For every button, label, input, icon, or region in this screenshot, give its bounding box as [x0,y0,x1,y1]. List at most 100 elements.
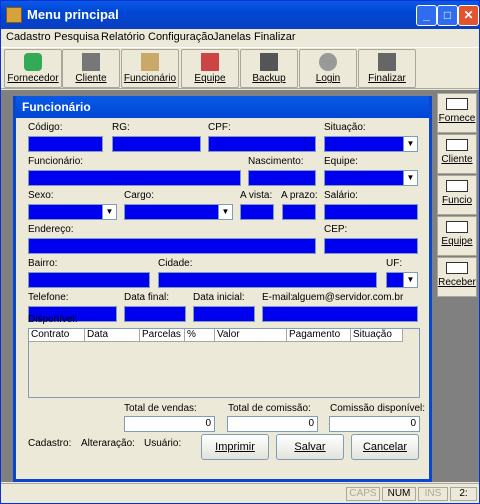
uf-label: UF: [386,258,403,269]
menu-relatorio[interactable]: Relatório [101,31,145,43]
datainicial-field[interactable] [193,306,255,322]
funcionario-window: Funcionário Código: RG: CPF: Situação: ▼… [13,96,432,482]
cidade-label: Cidade: [158,258,193,269]
chevron-down-icon: ▼ [403,171,417,185]
floppy-icon [378,53,396,71]
bairro-field[interactable] [28,272,150,288]
title-bar[interactable]: Menu principal _ □ ✕ [1,1,479,29]
codigo-field[interactable] [28,136,103,152]
table-icon [446,262,468,274]
equipe-select[interactable]: ▼ [324,170,418,186]
toolbar-label: Login [315,73,341,84]
situacao-select[interactable]: ▼ [324,136,418,152]
side-equipe-button[interactable]: Equipe [437,216,477,256]
salario-label: Salário: [324,190,358,201]
side-toolbar: Fornece Cliente Funcio Equipe Receber [435,93,479,303]
menu-janelas[interactable]: Janelas [213,31,251,43]
side-fornece-button[interactable]: Fornece [437,93,477,133]
total-comissao-field[interactable]: 0 [227,416,318,432]
table-icon [446,98,468,110]
avista-field[interactable] [240,204,274,220]
col-valor[interactable]: Valor [215,329,287,342]
sexo-label: Sexo: [28,190,54,201]
minimize-button[interactable]: _ [416,5,437,26]
col-situacao[interactable]: Situação [351,329,403,342]
uf-select[interactable]: ▼ [386,272,418,288]
disk-icon [260,53,278,71]
menu-configuracao[interactable]: Configuração [148,31,213,43]
side-receber-button[interactable]: Receber [437,257,477,297]
cargo-select[interactable]: ▼ [124,204,233,220]
toolbar-login-button[interactable]: Login [299,49,357,88]
sexo-select[interactable]: ▼ [28,204,117,220]
email-label: E-mail: [262,292,294,303]
toolbar-label: Backup [252,73,286,84]
cidade-field[interactable] [158,272,377,288]
status-bar: CAPS NUM INS 2: [1,483,479,503]
side-label: Fornece [438,113,476,124]
col-data[interactable]: Data [85,329,140,342]
disponivel-label: Disponível: [28,314,78,325]
menu-pesquisa[interactable]: Pesquisa [54,31,99,43]
briefcase-icon [141,53,159,71]
cargo-label: Cargo: [124,190,155,201]
toolbar-cliente-button[interactable]: Cliente [62,49,120,88]
total-comissao-label: Total de comissão: [228,403,311,414]
comissao-disponivel-field[interactable]: 0 [329,416,420,432]
aprazo-label: A prazo: [281,190,318,201]
col-pagamento[interactable]: Pagamento [287,329,351,342]
form-title: Funcionário [16,96,429,118]
total-vendas-field[interactable]: 0 [124,416,215,432]
toolbar-label: Finalizar [368,73,406,84]
toolbar: Fornecedor Cliente Funcionário Equipe Ba… [1,47,479,89]
total-vendas-label: Total de vendas: [124,403,197,414]
padlock-icon [319,53,337,71]
funcionario-field[interactable] [28,170,241,186]
aprazo-field[interactable] [282,204,316,220]
disponivel-grid[interactable]: Contrato Data Parcelas % Valor Pagamento… [28,328,420,398]
endereco-label: Endereço: [28,224,74,235]
time-indicator: 2: [450,487,477,501]
nascimento-field[interactable] [248,170,316,186]
toolbar-funcionario-button[interactable]: Funcionário [121,49,179,88]
toolbar-finalizar-button[interactable]: Finalizar [358,49,416,88]
side-label: Receber [438,277,476,288]
chevron-down-icon: ▼ [218,205,232,219]
bairro-label: Bairro: [28,258,58,269]
handshake-icon [24,53,42,71]
toolbar-backup-button[interactable]: Backup [240,49,298,88]
rg-label: RG: [112,122,130,133]
side-cliente-button[interactable]: Cliente [437,134,477,174]
menu-cadastro[interactable]: Cadastro [6,31,51,43]
salvar-button[interactable]: Salvar [276,434,344,460]
menu-bar: Cadastro Pesquisa Relatório Configuração… [1,29,479,47]
datafinal-field[interactable] [124,306,186,322]
side-funcio-button[interactable]: Funcio [437,175,477,215]
imprimir-button[interactable]: Imprimir [201,434,269,460]
mailbox-icon [82,53,100,71]
num-indicator: NUM [382,487,416,501]
endereco-field[interactable] [28,238,316,254]
salario-field[interactable] [324,204,418,220]
email-value: alguem@servidor.com.br [292,292,404,303]
toolbar-fornecedor-button[interactable]: Fornecedor [4,49,62,88]
toolbar-label: Equipe [194,73,226,84]
toolbar-equipe-button[interactable]: Equipe [181,49,239,88]
cpf-label: CPF: [208,122,231,133]
chevron-down-icon: ▼ [102,205,116,219]
close-button[interactable]: ✕ [458,5,479,26]
equipe-label: Equipe: [324,156,358,167]
col-parcelas[interactable]: Parcelas [140,329,185,342]
cancelar-button[interactable]: Cancelar [351,434,419,460]
cpf-field[interactable] [208,136,316,152]
rg-field[interactable] [112,136,201,152]
col-percent[interactable]: % [185,329,215,342]
side-label: Equipe [441,236,473,247]
col-contrato[interactable]: Contrato [29,329,85,342]
codigo-label: Código: [28,122,63,133]
maximize-button[interactable]: □ [437,5,458,26]
cep-field[interactable] [324,238,418,254]
menu-finalizar[interactable]: Finalizar [254,31,296,43]
email-field[interactable] [262,306,418,322]
main-window: Menu principal _ □ ✕ Cadastro Pesquisa R… [0,0,480,504]
